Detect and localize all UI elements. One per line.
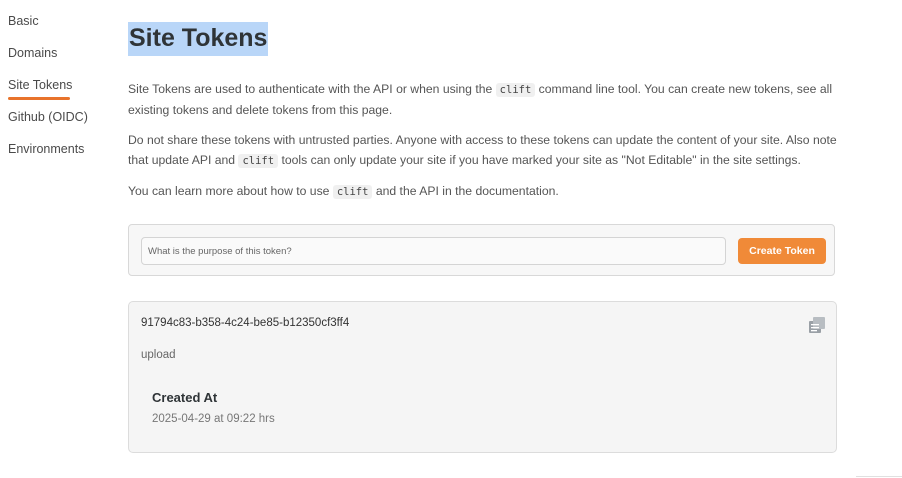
clift-code: clift xyxy=(238,154,279,168)
token-id: 91794c83-b358-4c24-be85-b12350cf3ff4 xyxy=(141,317,350,329)
sidebar-item-domains[interactable]: Domains xyxy=(8,42,108,74)
para3-text-after: and the API in the documentation. xyxy=(372,184,559,198)
create-token-button[interactable]: Create Token xyxy=(738,238,826,264)
description-paragraph-1: Site Tokens are used to authenticate wit… xyxy=(128,79,840,120)
para2-text-after: tools can only update your site if you h… xyxy=(278,153,801,167)
sidebar-item-environments[interactable]: Environments xyxy=(8,138,108,170)
token-card: 91794c83-b358-4c24-be85-b12350cf3ff4 upl… xyxy=(128,301,837,453)
token-purpose: upload xyxy=(141,349,176,361)
divider xyxy=(856,476,902,477)
clift-code: clift xyxy=(495,83,536,97)
page-title: Site Tokens xyxy=(128,22,269,56)
description-paragraph-2: Do not share these tokens with untrusted… xyxy=(128,130,840,171)
main-content: Site Tokens Site Tokens are used to auth… xyxy=(128,22,840,453)
settings-sidebar: Basic Domains Site Tokens Github (OIDC) … xyxy=(8,10,108,170)
para1-text-before: Site Tokens are used to authenticate wit… xyxy=(128,82,496,96)
sidebar-item-basic[interactable]: Basic xyxy=(8,10,108,42)
sidebar-item-site-tokens[interactable]: Site Tokens xyxy=(8,74,108,106)
clift-code: clift xyxy=(332,185,373,199)
description-paragraph-3: You can learn more about how to use clif… xyxy=(128,181,840,202)
create-token-form: Create Token xyxy=(128,224,835,276)
token-purpose-input[interactable] xyxy=(141,237,726,265)
sidebar-item-github-oidc[interactable]: Github (OIDC) xyxy=(8,106,108,138)
created-at-label: Created At xyxy=(152,390,218,405)
copy-icon[interactable] xyxy=(808,316,826,334)
created-at-value: 2025-04-29 at 09:22 hrs xyxy=(152,413,275,425)
para3-text-before: You can learn more about how to use xyxy=(128,184,333,198)
